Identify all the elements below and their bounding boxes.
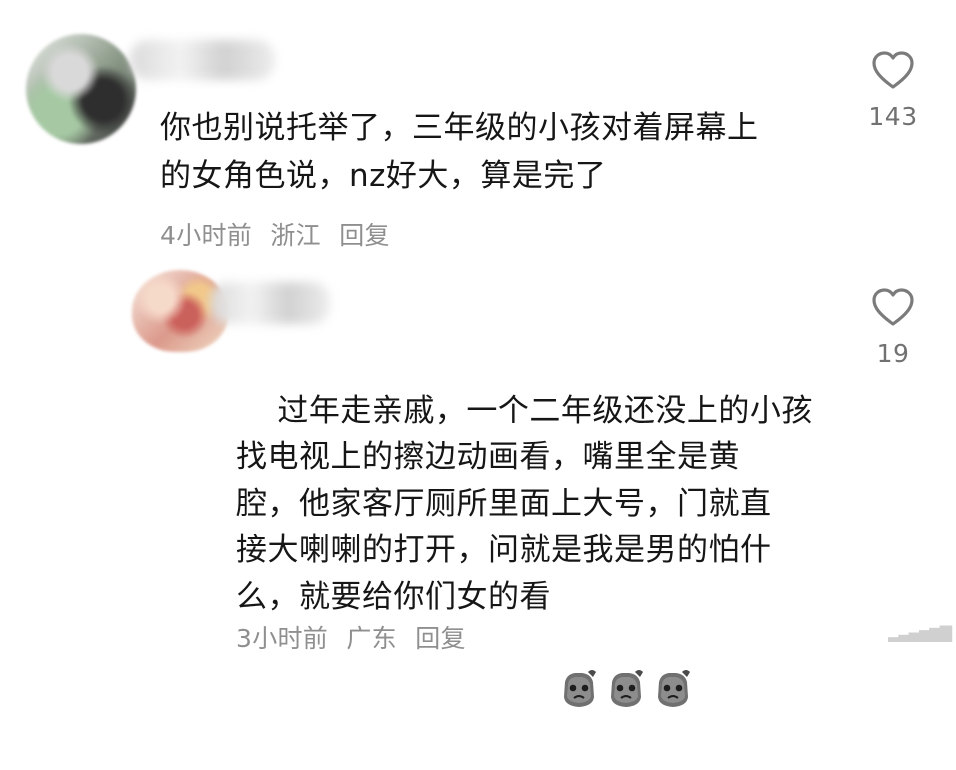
like-count: 143 <box>868 102 918 131</box>
comment-location: 浙江 <box>270 221 321 250</box>
heart-outline-icon[interactable] <box>853 288 933 328</box>
reply-button[interactable]: 回复 <box>415 624 466 653</box>
blurred-username[interactable] <box>210 282 330 324</box>
blurred-username[interactable] <box>130 40 275 80</box>
comment-time: 4小时前 <box>160 221 253 250</box>
like-control[interactable]: 19 <box>853 288 933 368</box>
comment-meta: 4小时前 浙江 回复 <box>160 216 390 252</box>
like-control[interactable]: 143 <box>853 51 933 131</box>
emoji-row <box>557 575 695 707</box>
like-count: 19 <box>876 339 910 368</box>
comment-text-body: 过年走亲戚，一个二年级还没上的小孩 找电视上的擦边动画看，嘴里全是黄 腔，他家客… <box>236 392 813 615</box>
reply-button[interactable]: 回复 <box>339 221 390 250</box>
sad-face-emoji-icon <box>651 575 695 707</box>
sad-face-emoji-icon <box>604 575 648 707</box>
comment-text: 过年走亲戚，一个二年级还没上的小孩 找电视上的擦边动画看，嘴里全是黄 腔，他家客… <box>236 341 836 707</box>
comment-time: 3小时前 <box>236 624 329 653</box>
sad-face-emoji-icon <box>557 575 601 707</box>
watermark: ▂▃▄▅▆▇ <box>888 623 952 642</box>
avatar[interactable] <box>26 34 136 144</box>
comment-text: 你也别说托举了，三年级的小孩对着屏幕上 的女角色说，nz好大，算是完了 <box>160 110 759 195</box>
heart-outline-icon[interactable] <box>853 51 933 91</box>
comment-location: 广东 <box>346 624 397 653</box>
comment-meta: 3小时前 广东 回复 <box>236 619 466 655</box>
